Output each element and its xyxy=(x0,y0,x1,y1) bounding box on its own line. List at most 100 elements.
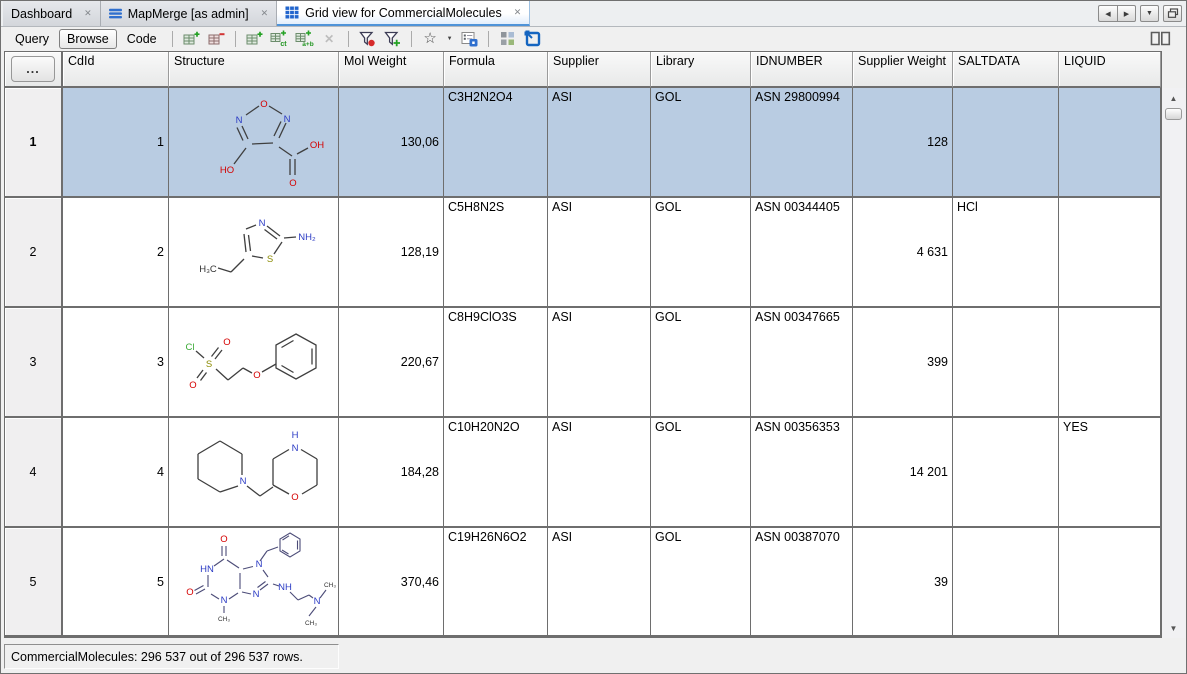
cell-supplier-weight[interactable]: 128 xyxy=(853,88,953,198)
cell-supplier[interactable]: ASI xyxy=(548,88,651,198)
delete-icon-disabled[interactable]: ✕ xyxy=(318,29,341,49)
export-window-icon[interactable] xyxy=(521,29,544,49)
grid-plus-2-icon[interactable] xyxy=(243,29,266,49)
cell-library[interactable]: GOL xyxy=(651,418,751,528)
cell-formula[interactable]: C8H9ClO3S xyxy=(444,308,548,418)
row-header[interactable]: 2 xyxy=(5,198,63,308)
cell-supplier[interactable]: ASI xyxy=(548,418,651,528)
cell-cdid[interactable]: 4 xyxy=(63,418,169,528)
grid-plus-icon[interactable] xyxy=(180,29,203,49)
cell-structure[interactable]: O HN O N CH₃ N N NH N CH₃ CH₃ xyxy=(169,528,339,637)
column-header-supplier[interactable]: Supplier xyxy=(548,52,651,88)
cell-saltdata[interactable] xyxy=(953,528,1059,637)
cell-supplier[interactable]: ASI xyxy=(548,198,651,308)
scroll-up-button[interactable]: ▲ xyxy=(1164,90,1183,106)
row-header[interactable]: 5 xyxy=(5,528,63,637)
cell-saltdata[interactable]: HCl xyxy=(953,198,1059,308)
cell-idnumber[interactable]: ASN 00387070 xyxy=(751,528,853,637)
browse-mode-button[interactable]: Browse xyxy=(59,29,117,49)
scroll-tabs-left-button[interactable]: ◀ xyxy=(1098,5,1117,22)
cell-liquid[interactable] xyxy=(1059,308,1161,418)
cell-library[interactable]: GOL xyxy=(651,88,751,198)
cell-library[interactable]: GOL xyxy=(651,198,751,308)
cell-library[interactable]: GOL xyxy=(651,308,751,418)
cell-idnumber[interactable]: ASN 00347665 xyxy=(751,308,853,418)
cell-saltdata[interactable] xyxy=(953,88,1059,198)
cell-mol-weight[interactable]: 130,06 xyxy=(339,88,444,198)
cell-idnumber[interactable]: ASN 00356353 xyxy=(751,418,853,528)
tab-grid-view[interactable]: Grid view for CommercialMolecules ✕ xyxy=(277,1,530,26)
cell-liquid[interactable] xyxy=(1059,88,1161,198)
column-header-structure[interactable]: Structure xyxy=(169,52,339,88)
star-dropdown-icon[interactable]: ▼ xyxy=(444,29,456,49)
cell-structure[interactable]: N H N O xyxy=(169,418,339,528)
cell-liquid[interactable] xyxy=(1059,528,1161,637)
book-icon[interactable] xyxy=(1149,29,1172,49)
cell-supplier-weight[interactable]: 14 201 xyxy=(853,418,953,528)
cell-supplier[interactable]: ASI xyxy=(548,308,651,418)
column-header-formula[interactable]: Formula xyxy=(444,52,548,88)
grid-minus-icon[interactable] xyxy=(205,29,228,49)
pattern-squares-icon[interactable] xyxy=(496,29,519,49)
cell-liquid[interactable]: YES xyxy=(1059,418,1161,528)
cell-supplier-weight[interactable]: 4 631 xyxy=(853,198,953,308)
tab-dashboard[interactable]: Dashboard ✕ xyxy=(3,1,101,26)
row-header[interactable]: 4 xyxy=(5,418,63,528)
query-mode-button[interactable]: Query xyxy=(7,29,57,49)
cell-structure[interactable]: N NH₂ S H₃C xyxy=(169,198,339,308)
row-header[interactable]: 3 xyxy=(5,308,63,418)
status-bar: CommercialMolecules: 296 537 out of 296 … xyxy=(1,641,1186,674)
vertical-scrollbar[interactable]: ▲ ▼ xyxy=(1162,88,1185,638)
scroll-down-button[interactable]: ▼ xyxy=(1164,620,1183,636)
cell-structure[interactable]: Cl S O O O xyxy=(169,308,339,418)
tab-close-icon[interactable]: ✕ xyxy=(261,9,269,18)
cell-liquid[interactable] xyxy=(1059,198,1161,308)
cell-library[interactable]: GOL xyxy=(651,528,751,637)
grid-plus-ct-icon[interactable]: ct xyxy=(268,29,291,49)
cell-formula[interactable]: C5H8N2S xyxy=(444,198,548,308)
cell-formula[interactable]: C10H20N2O xyxy=(444,418,548,528)
cell-mol-weight[interactable]: 128,19 xyxy=(339,198,444,308)
filter-red-icon[interactable] xyxy=(356,29,379,49)
column-header-saltdata[interactable]: SALTDATA xyxy=(953,52,1059,88)
cell-cdid[interactable]: 1 xyxy=(63,88,169,198)
filter-add-icon[interactable] xyxy=(381,29,404,49)
cell-supplier[interactable]: ASI xyxy=(548,528,651,637)
cell-mol-weight[interactable]: 184,28 xyxy=(339,418,444,528)
cell-saltdata[interactable] xyxy=(953,418,1059,528)
grid-corner-cell: ... xyxy=(5,52,63,88)
tab-list-dropdown-button[interactable]: ▼ xyxy=(1140,5,1159,22)
list-manager-icon[interactable] xyxy=(458,29,481,49)
tab-close-icon[interactable]: ✕ xyxy=(84,9,92,18)
cell-saltdata[interactable] xyxy=(953,308,1059,418)
grid-plus-ab-icon[interactable]: a+b xyxy=(293,29,316,49)
cell-idnumber[interactable]: ASN 00344405 xyxy=(751,198,853,308)
restore-window-button[interactable] xyxy=(1163,5,1182,22)
code-mode-button[interactable]: Code xyxy=(119,29,165,49)
cell-cdid[interactable]: 5 xyxy=(63,528,169,637)
column-header-liquid[interactable]: LIQUID xyxy=(1059,52,1161,88)
scrollbar-thumb[interactable] xyxy=(1165,108,1182,120)
cell-idnumber[interactable]: ASN 29800994 xyxy=(751,88,853,198)
column-header-library[interactable]: Library xyxy=(651,52,751,88)
cell-supplier-weight[interactable]: 399 xyxy=(853,308,953,418)
tab-close-icon[interactable]: ✕ xyxy=(514,8,522,17)
column-header-supplier-weight[interactable]: Supplier Weight xyxy=(853,52,953,88)
column-header-cdid[interactable]: CdId xyxy=(63,52,169,88)
cell-mol-weight[interactable]: 220,67 xyxy=(339,308,444,418)
tab-label: Grid view for CommercialMolecules xyxy=(305,6,502,20)
cell-formula[interactable]: C19H26N6O2 xyxy=(444,528,548,637)
row-header[interactable]: 1 xyxy=(5,88,63,198)
tab-mapmerge[interactable]: MapMerge [as admin] ✕ xyxy=(101,1,277,26)
column-header-mol-weight[interactable]: Mol Weight xyxy=(339,52,444,88)
cell-mol-weight[interactable]: 370,46 xyxy=(339,528,444,637)
cell-cdid[interactable]: 3 xyxy=(63,308,169,418)
scroll-tabs-right-button[interactable]: ▶ xyxy=(1117,5,1136,22)
cell-formula[interactable]: C3H2N2O4 xyxy=(444,88,548,198)
star-icon[interactable]: ☆ xyxy=(419,29,442,49)
cell-cdid[interactable]: 2 xyxy=(63,198,169,308)
column-header-idnumber[interactable]: IDNUMBER xyxy=(751,52,853,88)
grid-options-button[interactable]: ... xyxy=(11,56,55,82)
cell-structure[interactable]: O N N HO OH O xyxy=(169,88,339,198)
cell-supplier-weight[interactable]: 39 xyxy=(853,528,953,637)
